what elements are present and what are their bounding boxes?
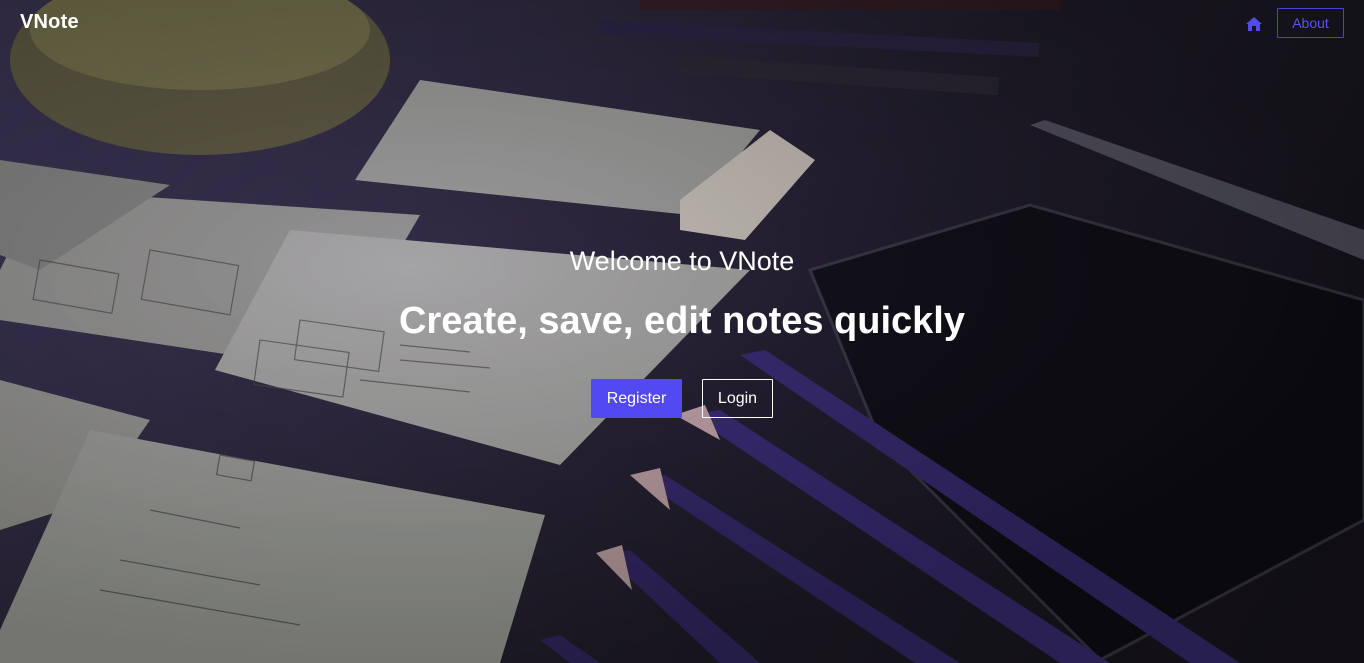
home-link[interactable] <box>1244 14 1264 34</box>
brand-logo[interactable]: VNote <box>20 11 79 34</box>
welcome-heading: Welcome to VNote <box>569 246 795 276</box>
navbar: VNote About <box>0 0 1364 48</box>
hero-actions: Register Login <box>0 379 1364 418</box>
about-button[interactable]: About <box>1277 8 1344 38</box>
tagline-heading: Create, save, edit notes quickly <box>398 300 965 342</box>
hero-section: VNote About Welcome to VNote Create, sav… <box>0 0 1364 663</box>
home-icon <box>1246 17 1262 31</box>
hero-content: Welcome to VNote Create, save, edit note… <box>0 240 1364 418</box>
login-button[interactable]: Login <box>702 379 773 418</box>
register-button[interactable]: Register <box>591 379 682 418</box>
